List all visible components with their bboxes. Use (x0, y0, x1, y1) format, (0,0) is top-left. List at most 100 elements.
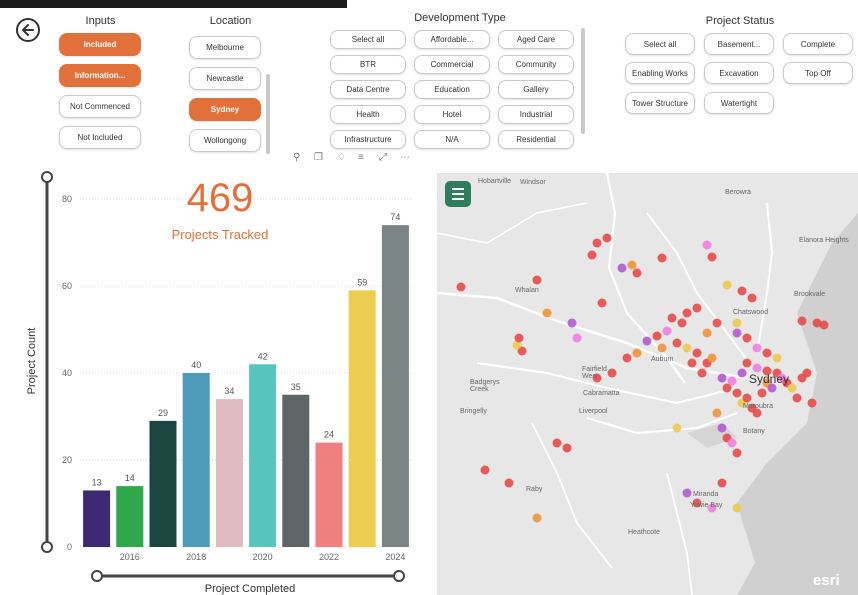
kpi-label: Projects Tracked (171, 227, 269, 242)
y-tick-label: 20 (62, 455, 72, 465)
project-marker[interactable] (722, 280, 732, 290)
data-label: 74 (390, 212, 400, 222)
project-marker[interactable] (667, 313, 677, 323)
project-marker[interactable] (742, 333, 752, 343)
project-marker[interactable] (732, 503, 742, 513)
map-label: Whalan (515, 287, 539, 294)
project-marker[interactable] (732, 388, 742, 398)
project-marker[interactable] (742, 358, 752, 368)
project-marker[interactable] (677, 318, 687, 328)
project-marker[interactable] (772, 353, 782, 363)
project-marker[interactable] (727, 438, 737, 448)
project-map[interactable]: Hobartville Windsor Berowra Elanora Heig… (437, 173, 858, 595)
data-label: 14 (125, 473, 135, 483)
project-marker[interactable] (747, 293, 757, 303)
data-label: 40 (191, 360, 201, 370)
map-label: Auburn (651, 356, 674, 363)
data-label: 35 (291, 382, 301, 392)
project-marker[interactable] (480, 465, 490, 475)
project-marker[interactable] (572, 333, 582, 343)
project-marker[interactable] (552, 438, 562, 448)
bar (215, 399, 243, 547)
project-marker[interactable] (717, 373, 727, 383)
project-marker[interactable] (642, 336, 652, 346)
project-marker[interactable] (682, 343, 692, 353)
map-label: Raby (526, 486, 543, 493)
map-label: Hobartville (478, 178, 512, 185)
x-tick-label: 2018 (186, 552, 206, 562)
project-marker[interactable] (727, 376, 737, 386)
data-label: 42 (258, 351, 268, 361)
project-marker[interactable] (707, 252, 717, 262)
project-marker[interactable] (617, 263, 627, 273)
map-label: Badgerys Creek (470, 379, 500, 393)
project-marker[interactable] (657, 343, 667, 353)
project-marker[interactable] (682, 488, 692, 498)
map-label: Miranda (693, 491, 719, 498)
project-marker[interactable] (712, 408, 722, 418)
project-marker[interactable] (797, 316, 807, 326)
map-label: Liverpool (579, 408, 608, 415)
project-marker[interactable] (757, 388, 767, 398)
project-marker[interactable] (672, 423, 682, 433)
project-marker[interactable] (707, 353, 717, 363)
map-label: Chatswood (733, 309, 769, 316)
project-marker[interactable] (807, 398, 817, 408)
bar (282, 394, 310, 547)
project-marker[interactable] (532, 513, 542, 523)
project-marker[interactable] (456, 282, 466, 292)
map-label: Yowie Bay (690, 502, 723, 509)
project-marker[interactable] (742, 393, 752, 403)
map-label: Windsor (520, 179, 546, 186)
project-marker[interactable] (602, 233, 612, 243)
map-label: Fairfield West (582, 366, 607, 380)
bar (315, 442, 343, 547)
project-marker[interactable] (652, 331, 662, 341)
project-marker[interactable] (672, 338, 682, 348)
project-marker[interactable] (622, 353, 632, 363)
project-marker[interactable] (514, 333, 524, 343)
hamburger-line (452, 198, 464, 200)
project-marker[interactable] (762, 348, 772, 358)
project-marker[interactable] (587, 250, 597, 260)
project-marker[interactable] (802, 368, 812, 378)
x-tick-label: 2024 (385, 552, 405, 562)
hamburger-icon (452, 188, 464, 190)
project-marker[interactable] (692, 303, 702, 313)
project-marker[interactable] (752, 343, 762, 353)
project-marker[interactable] (717, 478, 727, 488)
project-marker[interactable] (712, 318, 722, 328)
project-marker[interactable] (562, 443, 572, 453)
project-marker[interactable] (737, 368, 747, 378)
project-marker[interactable] (702, 328, 712, 338)
project-marker[interactable] (692, 348, 702, 358)
x-axis-title: Project Completed (204, 583, 296, 595)
project-marker[interactable] (819, 320, 829, 330)
project-marker[interactable] (632, 268, 642, 278)
project-marker[interactable] (627, 260, 637, 270)
project-marker[interactable] (567, 318, 577, 328)
project-marker[interactable] (682, 308, 692, 318)
project-marker[interactable] (702, 240, 712, 250)
project-marker[interactable] (732, 448, 742, 458)
project-marker[interactable] (657, 253, 667, 263)
map-menu-button[interactable] (445, 181, 471, 207)
map-label-city: Sydney (749, 372, 790, 386)
project-marker[interactable] (597, 298, 607, 308)
bar (348, 290, 376, 547)
project-marker[interactable] (792, 393, 802, 403)
project-marker[interactable] (717, 423, 727, 433)
project-marker[interactable] (732, 328, 742, 338)
project-marker[interactable] (687, 358, 697, 368)
project-marker[interactable] (732, 318, 742, 328)
project-marker[interactable] (532, 275, 542, 285)
project-marker[interactable] (592, 238, 602, 248)
project-marker[interactable] (737, 286, 747, 296)
project-marker[interactable] (632, 348, 642, 358)
project-marker[interactable] (542, 308, 552, 318)
project-marker[interactable] (662, 326, 672, 336)
data-label: 13 (92, 477, 102, 487)
project-marker[interactable] (697, 368, 707, 378)
project-marker[interactable] (504, 478, 514, 488)
data-label: 29 (158, 408, 168, 418)
